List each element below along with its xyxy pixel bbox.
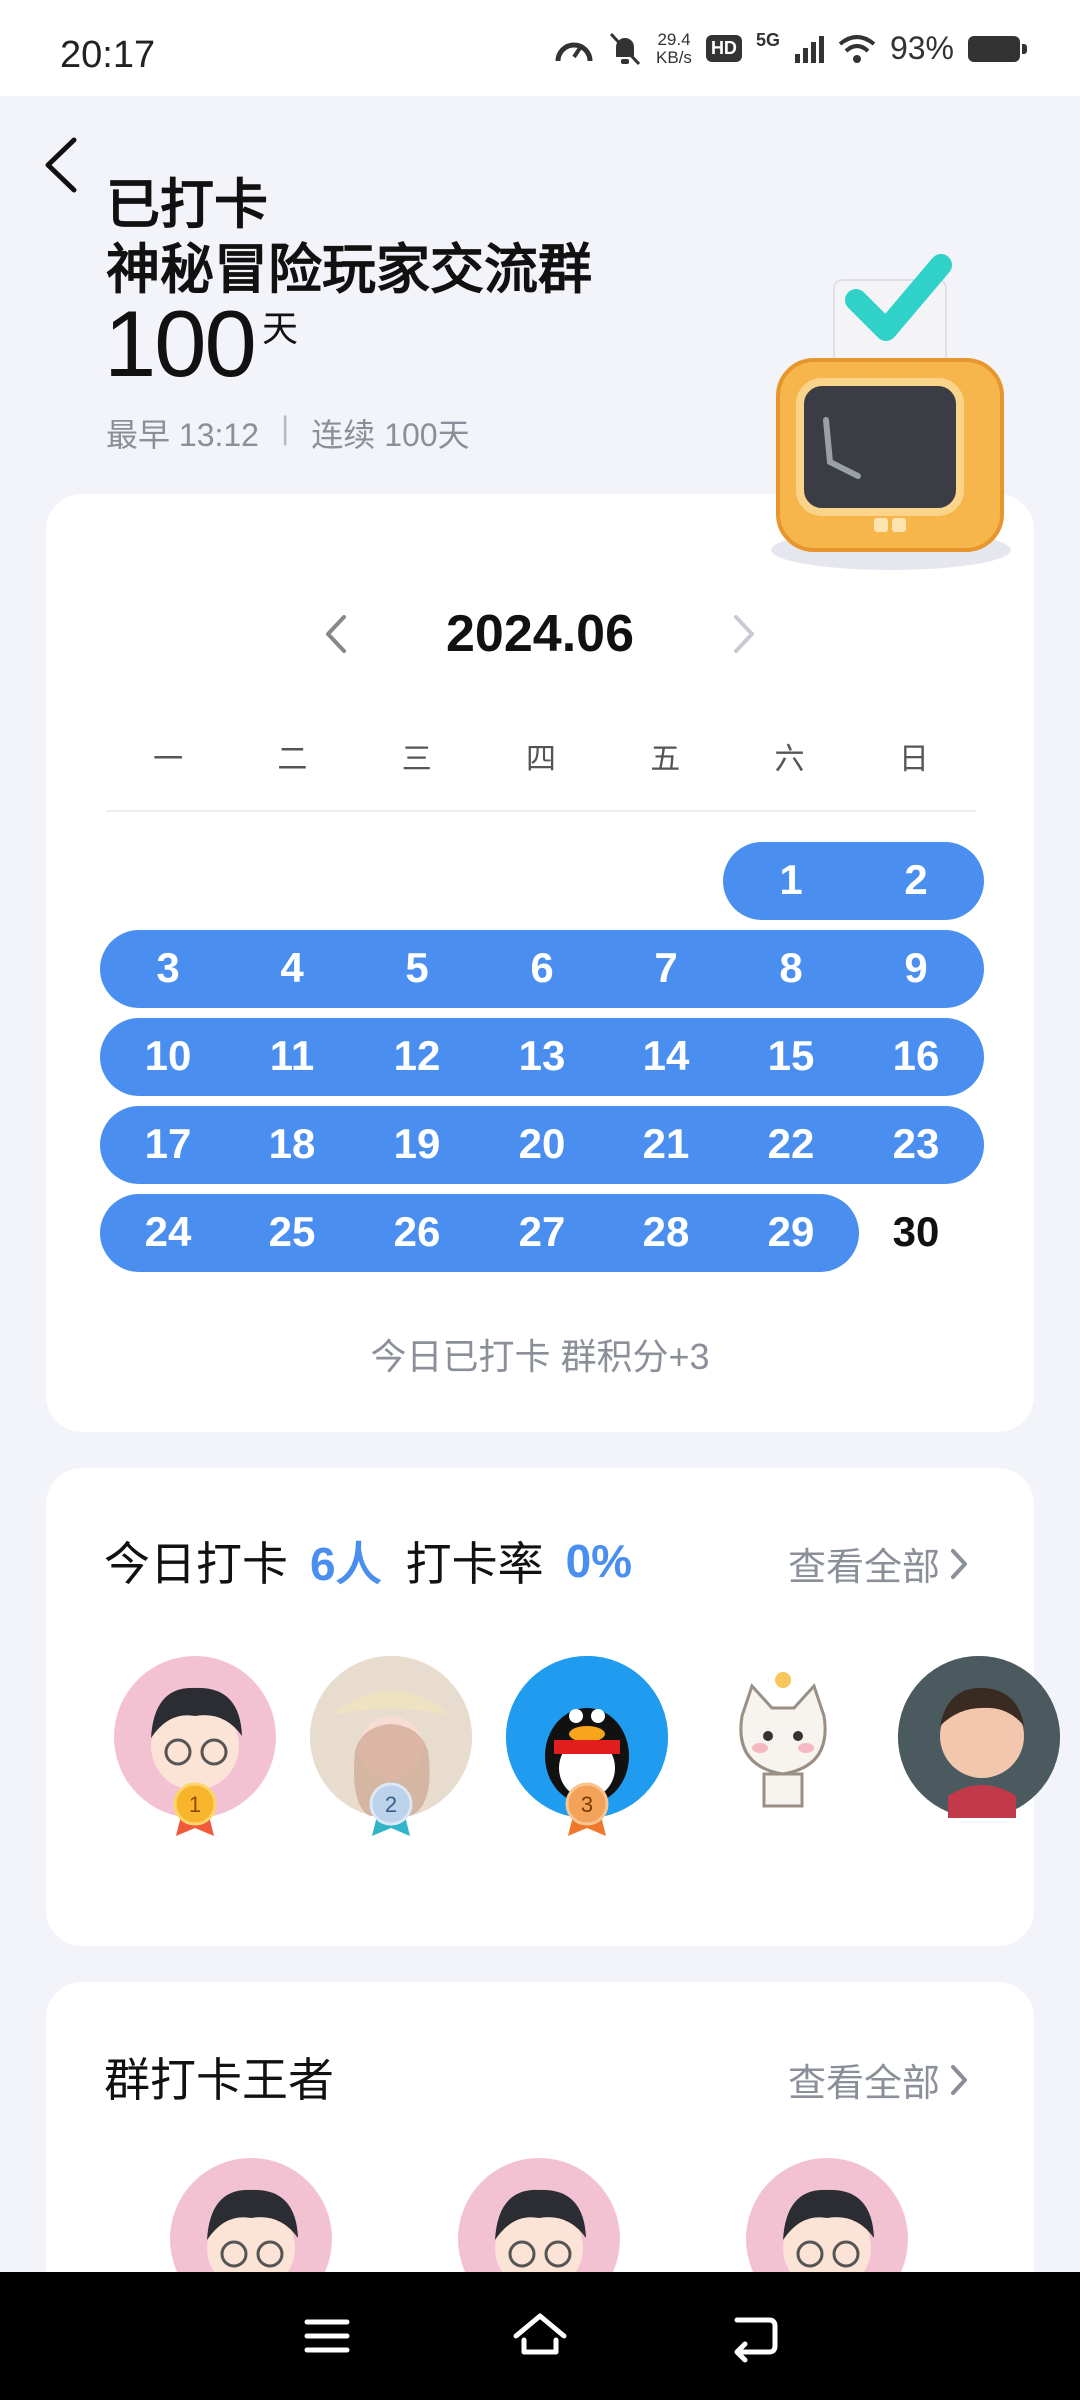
calendar-day[interactable]: 14 (604, 1032, 728, 1080)
prev-month-icon[interactable] (316, 609, 356, 659)
weekday-label: 五 (650, 743, 681, 776)
status-icons: 29.4 KB/s HD 5G 93% (554, 29, 1027, 67)
hd-badge: HD (705, 35, 742, 62)
weekday-label: 四 (525, 743, 556, 776)
home-icon[interactable] (510, 2306, 570, 2366)
checkin-rate: 0% (565, 1535, 633, 1587)
calendar-day[interactable]: 24 (106, 1208, 230, 1256)
menu-icon[interactable] (297, 2306, 357, 2366)
network-type: 5G (755, 30, 780, 50)
calendar-day[interactable]: 9 (854, 944, 978, 992)
rank-badge-number: 1 (189, 1792, 201, 1817)
calendar-day[interactable]: 26 (355, 1208, 479, 1256)
calendar-day[interactable]: 15 (729, 1032, 853, 1080)
chevron-right-icon (951, 1548, 967, 1579)
calendar-day[interactable]: 4 (230, 944, 354, 992)
checkin-days-unit: 天 (262, 308, 299, 349)
weekday-label: 三 (401, 743, 432, 776)
earliest-time: 最早 13:12 (106, 417, 259, 453)
calendar-day[interactable]: 30 (854, 1208, 978, 1256)
calendar-day[interactable]: 29 (729, 1208, 853, 1256)
view-all-label: 查看全部 (787, 2063, 940, 2105)
checkin-rate-label: 打卡率 (405, 1538, 544, 1590)
calendar-day[interactable]: 5 (355, 944, 479, 992)
month-switcher: 2024.06 (46, 604, 1034, 664)
calendar-divider (106, 810, 976, 812)
cat-avatar (739, 1672, 827, 1808)
net-speed-unit: KB/s (656, 47, 692, 67)
calendar-day[interactable]: 12 (355, 1032, 479, 1080)
calendar-day[interactable]: 23 (854, 1120, 978, 1168)
king-view-all-link[interactable]: 查看全部 (788, 2052, 970, 2107)
avatar[interactable]: 2 (310, 1656, 472, 1836)
avatar[interactable] (898, 1656, 1060, 1818)
net-speed-value: 29.4 (657, 29, 691, 49)
weekday-label: 一 (153, 743, 184, 776)
calendar-card: 2024.06 一 二 三 四 五 六 日 1 2 3 4 5 6 7 8 9 10 11 12 13 1… (46, 494, 1034, 1432)
ranking-label: 今日打卡 (104, 1538, 288, 1590)
rank-1-badge-icon: 1 (173, 1782, 217, 1836)
ranking-header: 今日打卡 6人 打卡率 0% (104, 1528, 632, 1594)
meta-separator: | (280, 410, 290, 446)
avatar[interactable]: 1 (114, 1656, 276, 1836)
weekday-header: 一 二 三 四 五 六 日 (106, 734, 976, 778)
status-bar: 20:17 29.4 KB/s HD 5G 93% (0, 0, 1080, 96)
calendar-day[interactable]: 28 (604, 1208, 728, 1256)
checkin-days: 100 (104, 291, 257, 396)
system-nav-bar (0, 2272, 1080, 2400)
calendar-day[interactable]: 18 (230, 1120, 354, 1168)
net-speed: 29.4 KB/s (656, 29, 692, 67)
rank-3-badge-icon: 3 (565, 1782, 609, 1836)
king-title: 群打卡王者 (104, 2054, 334, 2106)
battery-percent: 93% (889, 30, 954, 66)
status-time: 20:17 (60, 34, 156, 76)
calendar-day[interactable]: 2 (854, 856, 978, 904)
wifi-icon (838, 34, 876, 63)
rank-2-badge-icon: 2 (369, 1782, 413, 1836)
today-ranking-card: 今日打卡 6人 打卡率 0% 查看全部 1 2 3 (46, 1468, 1060, 1946)
rank-badge-number: 3 (581, 1792, 593, 1817)
calendar-day[interactable]: 3 (106, 944, 230, 992)
streak-days: 连续 100天 (311, 417, 470, 453)
mute-bell-icon (609, 32, 641, 65)
month-label: 2024.06 (446, 605, 634, 663)
calendar-day[interactable]: 22 (729, 1120, 853, 1168)
calendar-day[interactable]: 16 (854, 1032, 978, 1080)
avatar[interactable] (702, 1656, 864, 1818)
back-icon[interactable] (723, 2306, 783, 2366)
rank-badge-number: 2 (385, 1792, 397, 1817)
weekday-label: 二 (277, 743, 308, 776)
calendar-day[interactable]: 21 (604, 1120, 728, 1168)
calendar-day[interactable]: 25 (230, 1208, 354, 1256)
calendar-day[interactable]: 6 (480, 944, 604, 992)
today-checkin-note: 今日已打卡 群积分+3 (370, 1336, 710, 1377)
weekday-label: 日 (898, 743, 929, 776)
checkin-clock-illustration (771, 254, 1011, 570)
calendar-day[interactable]: 13 (480, 1032, 604, 1080)
ranking-view-all-link[interactable]: 查看全部 (788, 1536, 970, 1591)
calendar-day[interactable]: 10 (106, 1032, 230, 1080)
child-photo-avatar (898, 1656, 1060, 1818)
calendar-day[interactable]: 17 (106, 1120, 230, 1168)
calendar-day[interactable]: 20 (480, 1120, 604, 1168)
checkin-count: 6人 (310, 1538, 382, 1590)
next-month-icon[interactable] (724, 609, 764, 659)
calendar-day[interactable]: 1 (729, 856, 853, 904)
speedometer-icon (555, 42, 593, 61)
calendar-day[interactable]: 11 (230, 1032, 354, 1080)
avatar[interactable]: 3 (506, 1656, 668, 1836)
weekday-label: 六 (774, 743, 805, 776)
view-all-label: 查看全部 (787, 1547, 940, 1589)
chevron-right-icon (951, 2064, 967, 2095)
back-arrow-icon[interactable] (36, 130, 90, 200)
checkin-meta: 最早 13:12 | 连续 100天 (106, 410, 470, 456)
calendar-day[interactable]: 19 (355, 1120, 479, 1168)
calendar-day[interactable]: 8 (729, 944, 853, 992)
ranking-avatars: 1 2 3 (114, 1656, 1060, 1836)
signal-icon (794, 35, 824, 63)
battery-icon (968, 35, 1027, 62)
calendar-day[interactable]: 7 (604, 944, 728, 992)
calendar-day[interactable]: 27 (480, 1208, 604, 1256)
